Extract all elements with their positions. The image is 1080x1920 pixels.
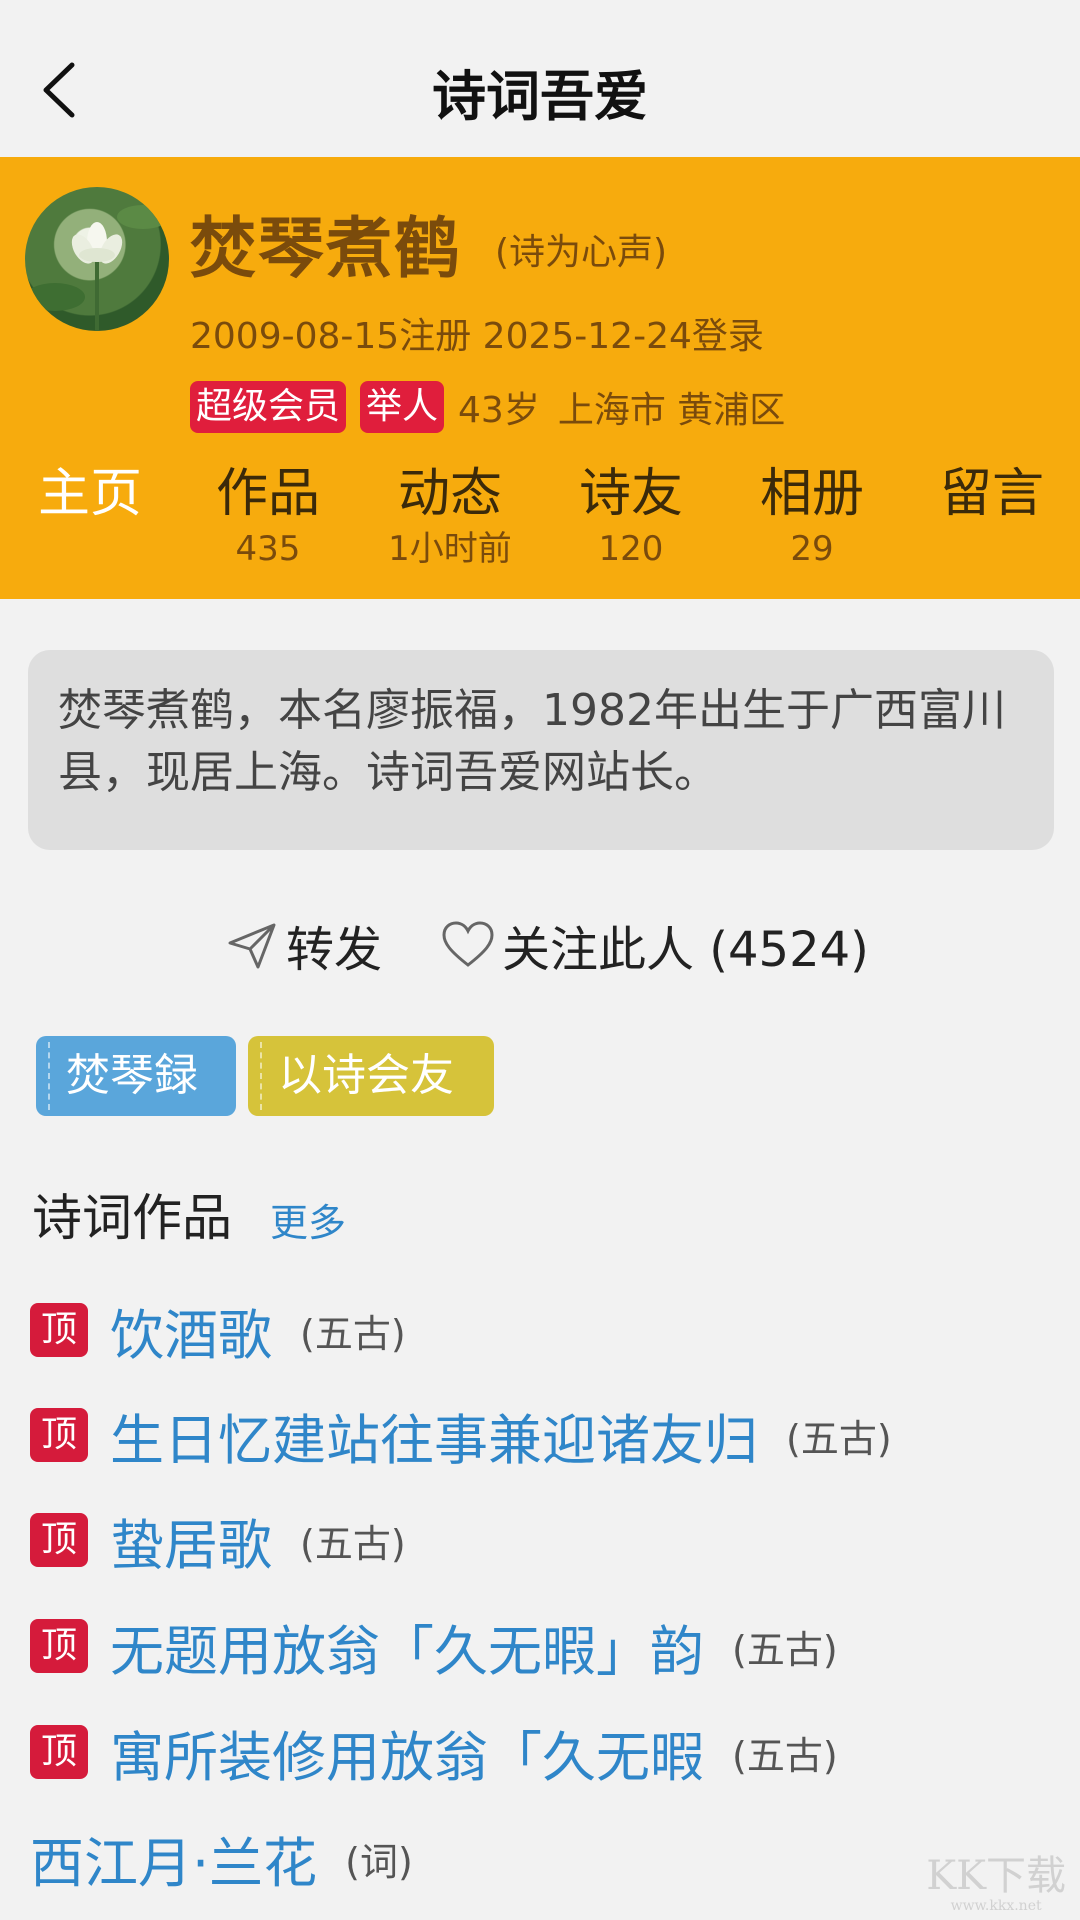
registration-info: 2009-08-15注册 2025-12-24登录 (190, 316, 764, 357)
user-name: 焚琴煮鹤 (190, 210, 462, 287)
user-motto: (诗为心声) (495, 232, 668, 273)
work-type: (五古) (732, 1627, 838, 1672)
pinned-badge: 顶 (30, 1619, 88, 1673)
avatar[interactable] (25, 187, 169, 331)
work-type: (五古) (732, 1733, 838, 1778)
tab-album[interactable]: 相册 29 (722, 462, 902, 572)
works-section-title: 诗词作品 (32, 1189, 232, 1247)
pinned-badge: 顶 (30, 1303, 88, 1357)
work-item: 顶 生日忆建站往事兼迎诸友归 (五古) (30, 1395, 892, 1475)
tab-label: 诗友 (578, 464, 683, 524)
work-item: 顶 饮酒歌 (五古) (30, 1290, 406, 1370)
user-location: 上海市 黄浦区 (557, 390, 786, 431)
follow-button[interactable]: 关注此人 (4524) (440, 910, 869, 980)
tab-works[interactable]: 作品 435 (178, 462, 358, 572)
follow-label: 关注此人 (4524) (502, 922, 869, 978)
tab-label: 相册 (759, 464, 864, 524)
work-title-link[interactable]: 西江月·兰花 (30, 1819, 317, 1898)
rank-badge: 举人 (360, 381, 445, 433)
share-button[interactable]: 转发 (224, 910, 382, 980)
tab-label: 动态 (397, 464, 502, 524)
watermark: KK下载 www.kkx.net (926, 1854, 1066, 1914)
tab-count: 29 (790, 529, 834, 569)
pinned-badge: 顶 (30, 1513, 88, 1567)
send-icon (228, 923, 276, 969)
work-item: 顶 蛰居歌 (五古) (30, 1500, 406, 1580)
work-type: (五古) (786, 1416, 892, 1461)
work-item: 顶 无题用放翁「久无暇」韵 (五古) (30, 1606, 838, 1686)
work-title-link[interactable]: 无题用放翁「久无暇」韵 (110, 1607, 704, 1686)
page-title: 诗词吾爱 (432, 65, 648, 128)
tab-home[interactable]: 主页 (0, 462, 180, 526)
work-title-link[interactable]: 寓所装修用放翁「久无暇 (110, 1713, 704, 1792)
tab-count: 435 (235, 529, 301, 569)
tab-label: 主页 (37, 464, 142, 524)
bio-card: 焚琴煮鹤，本名廖振福，1982年出生于广西富川县，现居上海。诗词吾爱网站长。 (28, 650, 1054, 850)
more-works-link[interactable]: 更多 (270, 1192, 346, 1247)
user-age: 43岁 (458, 390, 540, 431)
work-type: (词) (345, 1839, 413, 1884)
work-item: 西江月·兰花 (词) (30, 1818, 413, 1898)
top-bar: 诗词吾爱 (0, 0, 1080, 157)
pinned-badge: 顶 (30, 1408, 88, 1462)
profile-tabs: 主页 作品 435 动态 1小时前 诗友 120 相册 29 留言 (0, 462, 1080, 582)
tab-count: 120 (598, 529, 664, 569)
tab-messages[interactable]: 留言 (902, 462, 1080, 526)
action-row: 转发 关注此人 (4524) (0, 910, 1080, 980)
watermark-logo: KK下载 (926, 1853, 1066, 1899)
work-title-link[interactable]: 蛰居歌 (110, 1501, 272, 1580)
tab-label: 留言 (939, 464, 1044, 524)
tab-friends[interactable]: 诗友 120 (541, 462, 721, 572)
tag-poetry-friends[interactable]: 以诗会友 (248, 1036, 494, 1116)
work-item: 顶 寓所装修用放翁「久无暇 (五古) (30, 1712, 838, 1792)
watermark-url: www.kkx.net (950, 1898, 1042, 1914)
badges-row: 超级会员 举人 43岁 上海市 黄浦区 (190, 379, 803, 435)
heart-icon (442, 921, 494, 967)
tag-fenqinlu[interactable]: 焚琴録 (36, 1036, 236, 1116)
profile-header: 焚琴煮鹤 (诗为心声) 2009-08-15注册 2025-12-24登录 超级… (0, 157, 1080, 599)
vip-badge: 超级会员 (190, 381, 347, 433)
work-title-link[interactable]: 生日忆建站往事兼迎诸友归 (110, 1396, 758, 1475)
pinned-badge: 顶 (30, 1725, 88, 1779)
work-type: (五古) (300, 1521, 406, 1566)
share-label: 转发 (286, 922, 383, 978)
tab-activity[interactable]: 动态 1小时前 (360, 462, 540, 572)
tab-label: 作品 (215, 464, 320, 524)
work-title-link[interactable]: 饮酒歌 (110, 1291, 272, 1370)
work-type: (五古) (300, 1311, 406, 1356)
lotus-avatar-image (25, 205, 169, 331)
tab-count: 1小时前 (388, 529, 512, 569)
